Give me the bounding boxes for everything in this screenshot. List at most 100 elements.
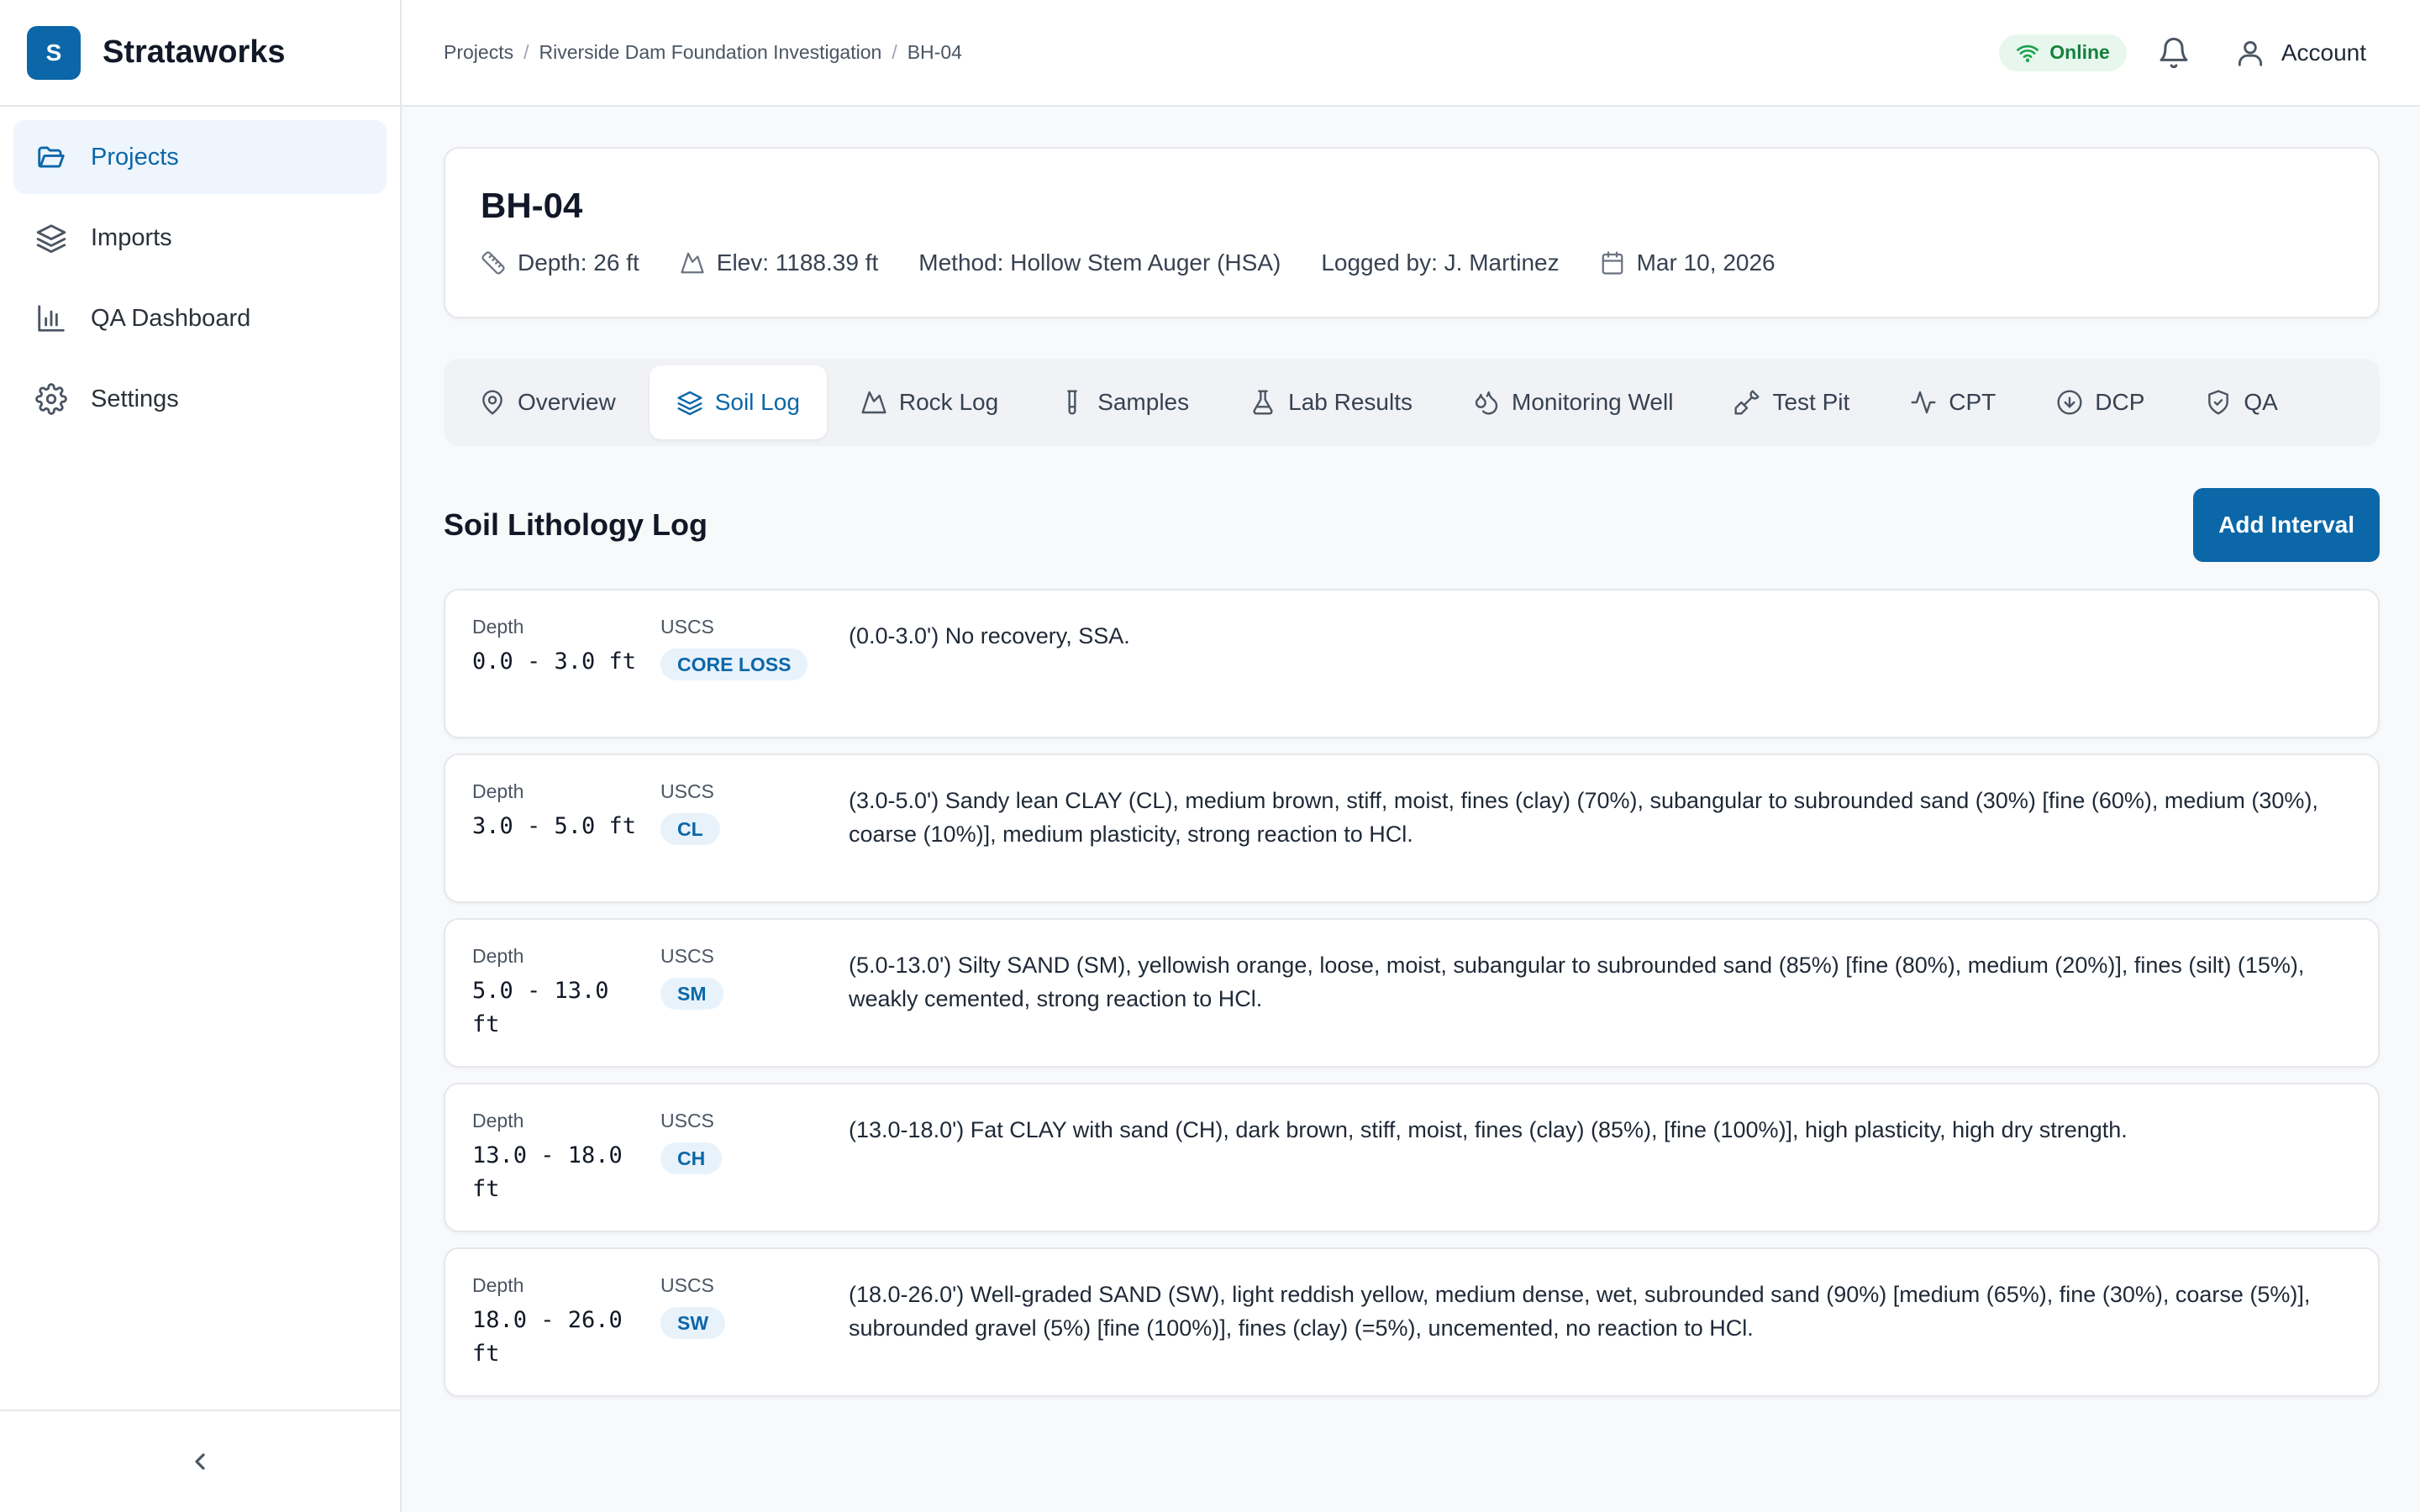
- depth-label: Depth: [472, 945, 524, 967]
- bar-chart-icon: [38, 305, 65, 332]
- brand-name: Strataworks: [103, 34, 286, 70]
- interval-depth: Depth 3.0 - 5.0 ft: [472, 780, 660, 901]
- tab-test-pit[interactable]: Test Pit: [1707, 365, 1876, 439]
- tab-label: Soil Log: [714, 389, 800, 415]
- map-pin-icon: [482, 390, 502, 415]
- uscs-badge: CH: [660, 1142, 723, 1174]
- depth-value: 13.0 - 18.0 ft: [472, 1142, 623, 1202]
- tab-soil-log[interactable]: Soil Log: [649, 365, 827, 439]
- uscs-label: USCS: [660, 1110, 714, 1131]
- depth-label: Depth: [472, 780, 524, 802]
- tab-samples[interactable]: Samples: [1032, 365, 1216, 439]
- breadcrumb: Projects / Riverside Dam Foundation Inve…: [444, 41, 962, 64]
- sidebar-item-label: QA Dashboard: [91, 304, 251, 332]
- tab-label: Samples: [1097, 389, 1190, 415]
- tab-lab-results[interactable]: Lab Results: [1223, 365, 1439, 439]
- interval-row[interactable]: Depth 18.0 - 26.0 ft USCS SW (18.0-26.0'…: [444, 1247, 2380, 1397]
- content: BH-04 Depth: 26 ft Elev: 1188.39 ft Meth…: [402, 107, 2420, 1412]
- sidebar-nav: Projects Imports QA Dashboard Settings: [0, 107, 400, 456]
- interval-row[interactable]: Depth 3.0 - 5.0 ft USCS CL (3.0-5.0') Sa…: [444, 753, 2380, 903]
- tab-label: Monitoring Well: [1512, 389, 1674, 415]
- tab-cpt[interactable]: CPT: [1883, 365, 2023, 439]
- sidebar-item-imports[interactable]: Imports: [13, 201, 387, 275]
- meta-logged-by: Logged by: J. Martinez: [1321, 249, 1559, 276]
- sidebar-item-label: Projects: [91, 143, 179, 171]
- breadcrumb-current: BH-04: [907, 41, 962, 63]
- brand-logo: S: [27, 25, 81, 80]
- interval-depth: Depth 5.0 - 13.0 ft: [472, 945, 660, 1066]
- meta-date-text: Mar 10, 2026: [1636, 249, 1776, 276]
- meta-date: Mar 10, 2026: [1600, 249, 1776, 276]
- interval-description: (18.0-26.0') Well-graded SAND (SW), ligh…: [849, 1282, 2311, 1341]
- interval-uscs: USCS SM: [660, 945, 849, 1066]
- interval-row[interactable]: Depth 5.0 - 13.0 ft USCS SM (5.0-13.0') …: [444, 918, 2380, 1068]
- tab-label: Overview: [518, 389, 616, 415]
- breadcrumb-project[interactable]: Riverside Dam Foundation Investigation: [539, 41, 881, 64]
- main: Projects / Riverside Dam Foundation Inve…: [402, 0, 2420, 1512]
- shield-check-icon: [2208, 390, 2229, 415]
- interval-description: (13.0-18.0') Fat CLAY with sand (CH), da…: [849, 1117, 2128, 1142]
- account-button[interactable]: Account: [2234, 37, 2366, 69]
- mountain-icon: [861, 391, 886, 414]
- flask-icon: [1253, 390, 1273, 415]
- interval-depth: Depth 13.0 - 18.0 ft: [472, 1110, 660, 1231]
- topbar-right: Online Account: [1999, 34, 2366, 71]
- uscs-label: USCS: [660, 780, 714, 802]
- tab-rock-log[interactable]: Rock Log: [834, 365, 1025, 439]
- tab-label: CPT: [1949, 389, 1996, 415]
- interval-row[interactable]: Depth 13.0 - 18.0 ft USCS CH (13.0-18.0'…: [444, 1083, 2380, 1232]
- sidebar-item-projects[interactable]: Projects: [13, 120, 387, 194]
- interval-uscs: USCS CH: [660, 1110, 849, 1231]
- bell-icon: [2160, 37, 2188, 68]
- borehole-header-card: BH-04 Depth: 26 ft Elev: 1188.39 ft Meth…: [444, 147, 2380, 318]
- tab-label: Rock Log: [898, 389, 999, 415]
- interval-list: Depth 0.0 - 3.0 ft USCS CORE LOSS (0.0-3…: [444, 589, 2380, 1397]
- breadcrumb-separator: /: [523, 41, 529, 63]
- meta-depth-text: Depth: 26 ft: [518, 249, 639, 276]
- uscs-badge: CORE LOSS: [660, 648, 808, 680]
- user-icon: [2238, 40, 2262, 66]
- tab-label: DCP: [2095, 389, 2145, 415]
- soil-log-header: Soil Lithology Log Add Interval: [444, 488, 2380, 562]
- meta-depth: Depth: 26 ft: [481, 249, 639, 276]
- brand[interactable]: S Strataworks: [0, 0, 400, 107]
- uscs-badge: SW: [660, 1307, 726, 1339]
- tab-dcp[interactable]: DCP: [2029, 365, 2171, 439]
- chevron-left-icon[interactable]: [187, 1448, 213, 1475]
- app-root: S Strataworks Projects Imports QA Dashbo…: [0, 0, 2420, 1512]
- sidebar-item-settings[interactable]: Settings: [13, 362, 387, 436]
- depth-value: 3.0 - 5.0 ft: [472, 813, 637, 839]
- shovel-icon: [1734, 390, 1760, 415]
- tab-label: Lab Results: [1288, 389, 1413, 415]
- mountain-icon: [681, 252, 704, 274]
- calendar-icon: [1602, 251, 1623, 275]
- add-interval-button[interactable]: Add Interval: [2193, 488, 2380, 562]
- folder-open-icon: [38, 146, 65, 168]
- interval-description: (5.0-13.0') Silty SAND (SM), yellowish o…: [849, 953, 2305, 1011]
- tab-monitoring-well[interactable]: Monitoring Well: [1446, 365, 1700, 439]
- page-title: BH-04: [481, 186, 583, 225]
- uscs-label: USCS: [660, 1274, 714, 1296]
- depth-label: Depth: [472, 1274, 524, 1296]
- tab-label: QA: [2244, 389, 2278, 415]
- wifi-icon: [2017, 45, 2039, 62]
- depth-label: Depth: [472, 616, 524, 638]
- breadcrumb-separator: /: [892, 41, 897, 63]
- interval-row[interactable]: Depth 0.0 - 3.0 ft USCS CORE LOSS (0.0-3…: [444, 589, 2380, 738]
- uscs-label: USCS: [660, 616, 714, 638]
- sidebar-item-qa-dashboard[interactable]: QA Dashboard: [13, 281, 387, 355]
- meta-method-text: Method: Hollow Stem Auger (HSA): [918, 249, 1281, 276]
- topbar: Projects / Riverside Dam Foundation Inve…: [402, 0, 2420, 107]
- uscs-badge: CL: [660, 813, 720, 845]
- notifications-button[interactable]: [2157, 36, 2191, 70]
- tab-bar: Overview Soil Log Rock Log Samples Lab R…: [444, 359, 2380, 446]
- tab-overview[interactable]: Overview: [452, 365, 643, 439]
- meta-elevation-text: Elev: 1188.39 ft: [716, 249, 879, 276]
- tab-qa[interactable]: QA: [2178, 365, 2304, 439]
- activity-icon: [1911, 391, 1936, 414]
- tab-label: Test Pit: [1772, 389, 1850, 415]
- breadcrumb-projects[interactable]: Projects: [444, 41, 513, 64]
- ruler-icon: [481, 251, 505, 275]
- interval-uscs: USCS SW: [660, 1274, 849, 1395]
- interval-depth: Depth 18.0 - 26.0 ft: [472, 1274, 660, 1395]
